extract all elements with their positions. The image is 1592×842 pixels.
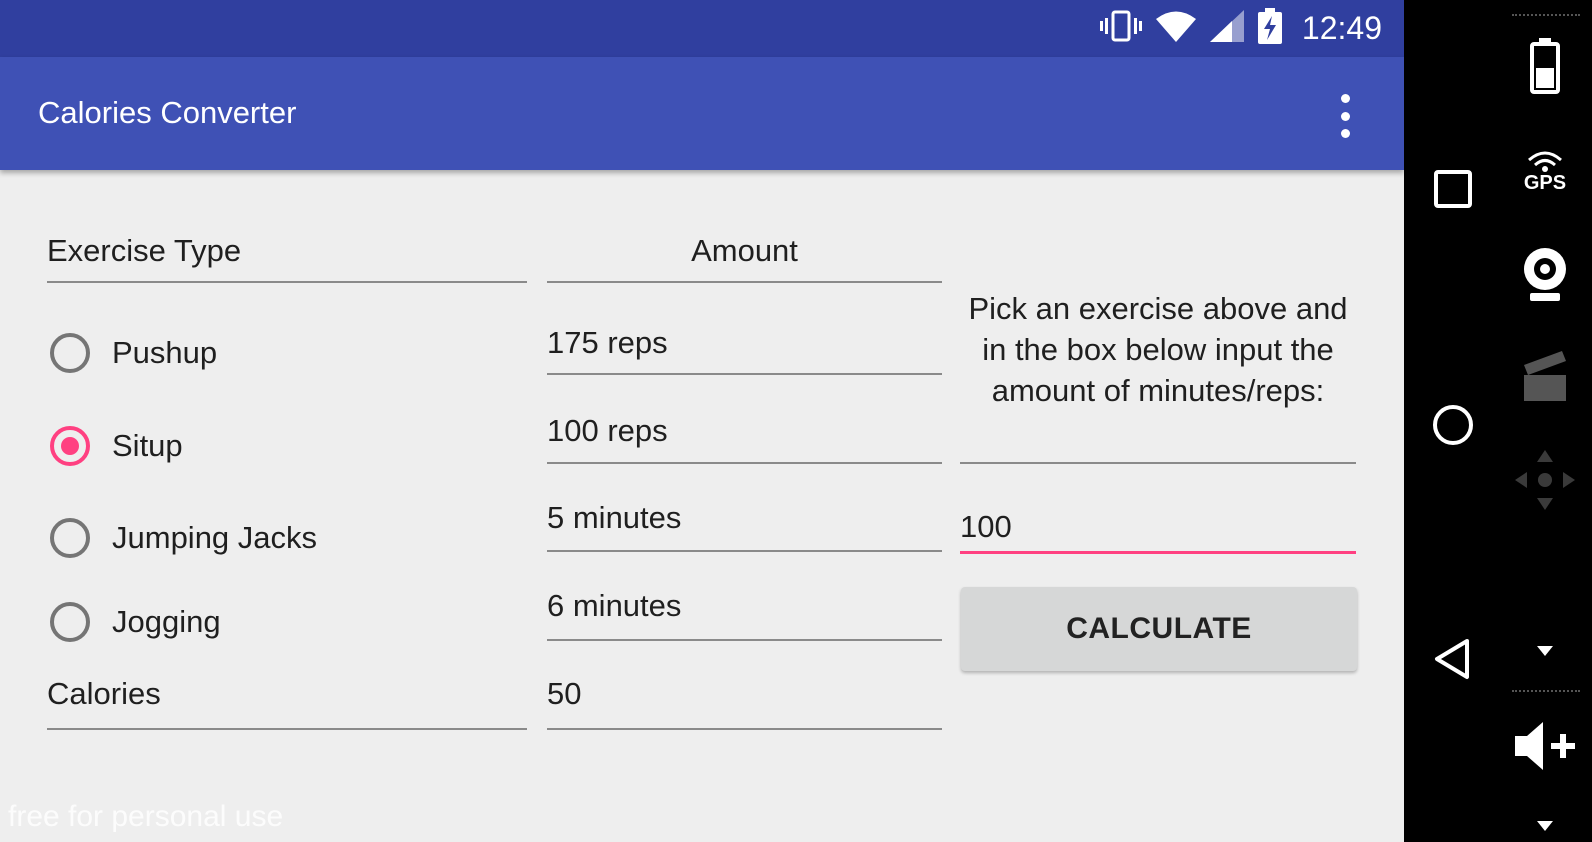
status-time: 12:49 (1301, 10, 1382, 46)
radio-button[interactable] (50, 602, 90, 642)
radio-label-jumping-jacks: Jumping Jacks (112, 520, 318, 555)
radio-jogging[interactable]: Jogging (50, 597, 221, 647)
radio-label-jogging: Jogging (112, 604, 221, 639)
gps-icon[interactable]: GPS (1510, 144, 1580, 200)
instruction-text: Pick an exercise above and in the box be… (968, 291, 1348, 408)
amount-jumping-jacks: 5 minutes (547, 500, 942, 552)
back-icon[interactable] (1428, 634, 1478, 684)
watermark: free for personal use (8, 800, 284, 833)
app-bar: Calories Converter (0, 57, 1404, 170)
amount-jogging: 6 minutes (547, 588, 942, 641)
radio-label-situp: Situp (112, 428, 183, 463)
radio-jumping-jacks[interactable]: Jumping Jacks (50, 513, 317, 563)
divider (960, 462, 1356, 464)
calculate-button[interactable]: CALCULATE (961, 587, 1357, 671)
divider (1512, 14, 1580, 16)
webcam-icon[interactable] (1510, 244, 1580, 304)
radio-button[interactable] (50, 518, 90, 558)
amount-input[interactable] (960, 502, 1356, 554)
amount-header: Amount (547, 233, 942, 283)
radio-button[interactable] (50, 333, 90, 373)
amount-pushup: 175 reps (547, 325, 942, 375)
app-title: Calories Converter (38, 95, 297, 130)
calories-value: 50 (547, 676, 942, 730)
radio-situp[interactable]: Situp (50, 421, 183, 471)
status-bar: 12:49 (0, 0, 1404, 57)
exercise-type-header-label: Exercise Type (47, 233, 242, 268)
battery-charging-icon (1257, 8, 1282, 49)
home-icon[interactable] (1428, 400, 1478, 450)
gps-label: GPS (1523, 171, 1567, 194)
vibrate-icon (1099, 9, 1142, 48)
radio-pushup[interactable]: Pushup (50, 328, 217, 378)
radio-label-pushup: Pushup (112, 335, 218, 370)
amount-situp: 100 reps (547, 413, 942, 464)
chevron-down-icon[interactable] (1510, 640, 1580, 662)
amount-header-label: Amount (691, 233, 798, 268)
cell-signal-icon (1209, 10, 1244, 47)
radio-button-checked[interactable] (50, 426, 90, 466)
dpad-icon[interactable] (1510, 448, 1580, 512)
clapper-icon[interactable] (1510, 348, 1580, 404)
chevron-down-icon[interactable] (1510, 815, 1580, 837)
calories-label: Calories (47, 676, 527, 730)
exercise-type-header: Exercise Type (47, 233, 527, 283)
more-vert-icon[interactable] (1335, 94, 1355, 138)
app-screen: 12:49 Calories Converter Exercise Type A… (0, 0, 1404, 842)
volume-up-icon[interactable] (1510, 718, 1580, 774)
battery-icon[interactable] (1510, 36, 1580, 96)
divider (1512, 690, 1580, 692)
recents-icon[interactable] (1428, 164, 1478, 214)
wifi-icon (1155, 10, 1196, 47)
